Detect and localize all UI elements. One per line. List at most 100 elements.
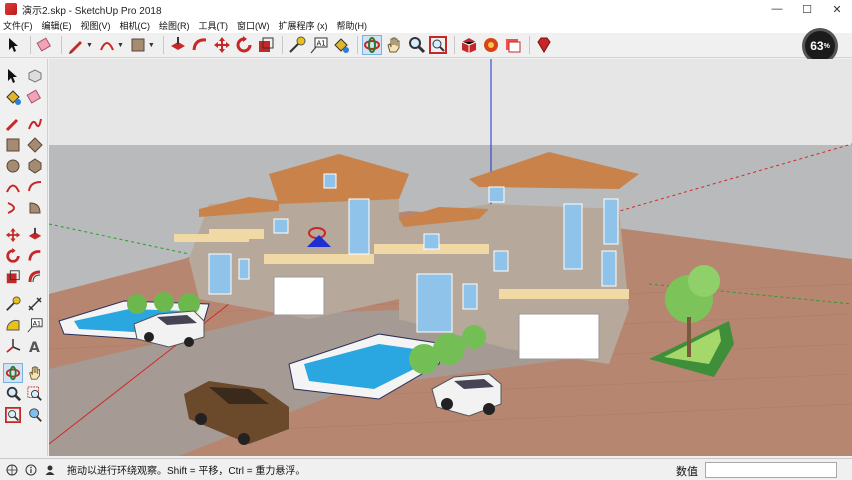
extension-warehouse-button[interactable] <box>481 35 501 55</box>
eraser-button-left[interactable] <box>25 87 45 107</box>
3d-warehouse-button[interactable] <box>459 35 479 55</box>
rotate-tool-button[interactable] <box>234 35 254 55</box>
follow-me-button-left[interactable] <box>25 246 45 266</box>
select-icon <box>8 68 17 83</box>
scale-button-left[interactable] <box>3 267 23 287</box>
select-tool-button[interactable] <box>4 35 24 55</box>
toolbar-separator <box>453 36 455 54</box>
info-icon[interactable] <box>24 463 38 477</box>
menu-tools[interactable]: 工具(T) <box>199 19 229 32</box>
menu-bar: 文件(F) 编辑(E) 视图(V) 相机(C) 绘图(R) 工具(T) 窗口(W… <box>0 18 852 33</box>
orbit-button-left[interactable] <box>3 362 23 383</box>
make-component-button[interactable] <box>25 66 45 86</box>
paint-bucket-tool-button[interactable] <box>331 35 351 55</box>
zoom-extents-button-left[interactable] <box>3 405 23 425</box>
3d-text-icon: A <box>29 340 40 354</box>
offset-button-left[interactable] <box>25 267 45 287</box>
send-to-layout-button[interactable] <box>503 35 523 55</box>
model-viewport[interactable] <box>49 59 852 456</box>
minimize-button[interactable]: — <box>762 0 792 18</box>
chevron-down-icon[interactable]: ▼ <box>117 42 124 49</box>
menu-draw[interactable]: 绘图(R) <box>159 19 190 32</box>
freehand-button-left[interactable] <box>25 114 45 134</box>
pencil-icon <box>5 118 19 131</box>
text-tool-button[interactable]: A1 <box>309 35 329 55</box>
polygon-button-left[interactable] <box>25 156 45 176</box>
zoom-window-button-left[interactable] <box>25 384 45 404</box>
eraser-icon <box>36 37 52 52</box>
menu-extensions[interactable]: 扩展程序 (x) <box>279 19 328 32</box>
maximize-button[interactable]: ☐ <box>792 0 822 18</box>
pan-button-left[interactable] <box>25 363 45 383</box>
status-bar: 拖动以进行环绕观察。Shift = 平移，Ctrl = 重力悬浮。 数值 <box>0 458 852 480</box>
menu-file[interactable]: 文件(F) <box>3 19 33 32</box>
zoom-extents-tool-button[interactable] <box>428 35 448 55</box>
protractor-icon <box>6 319 20 330</box>
sketchup-app-icon <box>5 3 17 15</box>
two-point-arc-icon <box>28 180 42 191</box>
window-title: 演示2.skp - SketchUp Pro 2018 <box>22 5 162 17</box>
rectangle-button-left[interactable] <box>3 135 23 155</box>
line-button-left[interactable] <box>3 114 23 134</box>
zoom-icon <box>408 37 425 54</box>
menu-edit[interactable]: 编辑(E) <box>42 19 72 32</box>
toolbar-separator <box>281 36 283 54</box>
measurements-label: 数值 <box>676 466 698 478</box>
chevron-down-icon[interactable]: ▼ <box>86 42 93 49</box>
tape-measure-tool-button[interactable] <box>287 35 307 55</box>
eraser-tool-button[interactable] <box>35 35 55 55</box>
warehouse-icon <box>461 38 477 53</box>
zoom-button-left[interactable] <box>3 384 23 404</box>
push-pull-tool-button[interactable] <box>168 35 188 55</box>
protractor-button-left[interactable] <box>3 315 23 335</box>
pan-tool-button[interactable] <box>384 35 404 55</box>
push-pull-button-left[interactable] <box>25 225 45 245</box>
rotated-rectangle-button-left[interactable] <box>25 135 45 155</box>
dimension-button-left[interactable] <box>25 294 45 314</box>
arc-tool-button[interactable] <box>97 35 117 55</box>
position-camera-button-left[interactable] <box>25 405 45 425</box>
ruby-console-button[interactable] <box>534 35 554 55</box>
rectangle-icon <box>131 38 145 52</box>
arc-button-left[interactable] <box>3 177 23 197</box>
move-tool-button[interactable] <box>212 35 232 55</box>
close-button[interactable]: ✕ <box>822 0 852 18</box>
chevron-down-icon[interactable]: ▼ <box>148 42 155 49</box>
paint-bucket-button-left[interactable] <box>3 87 23 107</box>
measurements-input[interactable] <box>705 462 837 478</box>
orbit-icon <box>5 365 21 380</box>
menu-camera[interactable]: 相机(C) <box>120 19 151 32</box>
select-tool-button-left[interactable] <box>3 66 23 86</box>
svg-text:A1: A1 <box>33 320 41 327</box>
3d-text-button-left[interactable]: A <box>25 336 45 356</box>
rotate-button-left[interactable] <box>3 246 23 266</box>
window-controls: — ☐ ✕ <box>762 0 852 18</box>
two-point-arc-button-left[interactable] <box>25 177 45 197</box>
follow-me-icon <box>192 38 206 51</box>
move-button-left[interactable] <box>3 225 23 245</box>
tape-measure-icon <box>6 295 21 311</box>
circle-icon <box>6 159 20 172</box>
orbit-tool-button[interactable] <box>361 35 382 55</box>
pie-button-left[interactable] <box>25 198 45 218</box>
component-icon <box>28 68 42 83</box>
line-tool-button[interactable] <box>66 35 86 55</box>
axes-button-left[interactable] <box>3 336 23 356</box>
circle-button-left[interactable] <box>3 156 23 176</box>
menu-window[interactable]: 窗口(W) <box>237 19 270 32</box>
tape-measure-button-left[interactable] <box>3 294 23 314</box>
menu-view[interactable]: 视图(V) <box>81 19 111 32</box>
shape-tool-button[interactable] <box>128 35 148 55</box>
user-icon[interactable] <box>43 463 57 477</box>
scale-tool-button[interactable] <box>256 35 276 55</box>
follow-me-tool-button[interactable] <box>190 35 210 55</box>
geo-location-icon[interactable] <box>5 463 19 477</box>
freehand-icon <box>28 118 42 129</box>
zoom-window-icon <box>27 385 42 401</box>
three-point-arc-button-left[interactable] <box>3 198 23 218</box>
zoom-tool-button[interactable] <box>406 35 426 55</box>
text-button-left[interactable]: A1 <box>25 315 45 335</box>
zoom-unit: % <box>823 42 830 50</box>
rotate-icon <box>6 247 20 263</box>
menu-help[interactable]: 帮助(H) <box>337 19 368 32</box>
